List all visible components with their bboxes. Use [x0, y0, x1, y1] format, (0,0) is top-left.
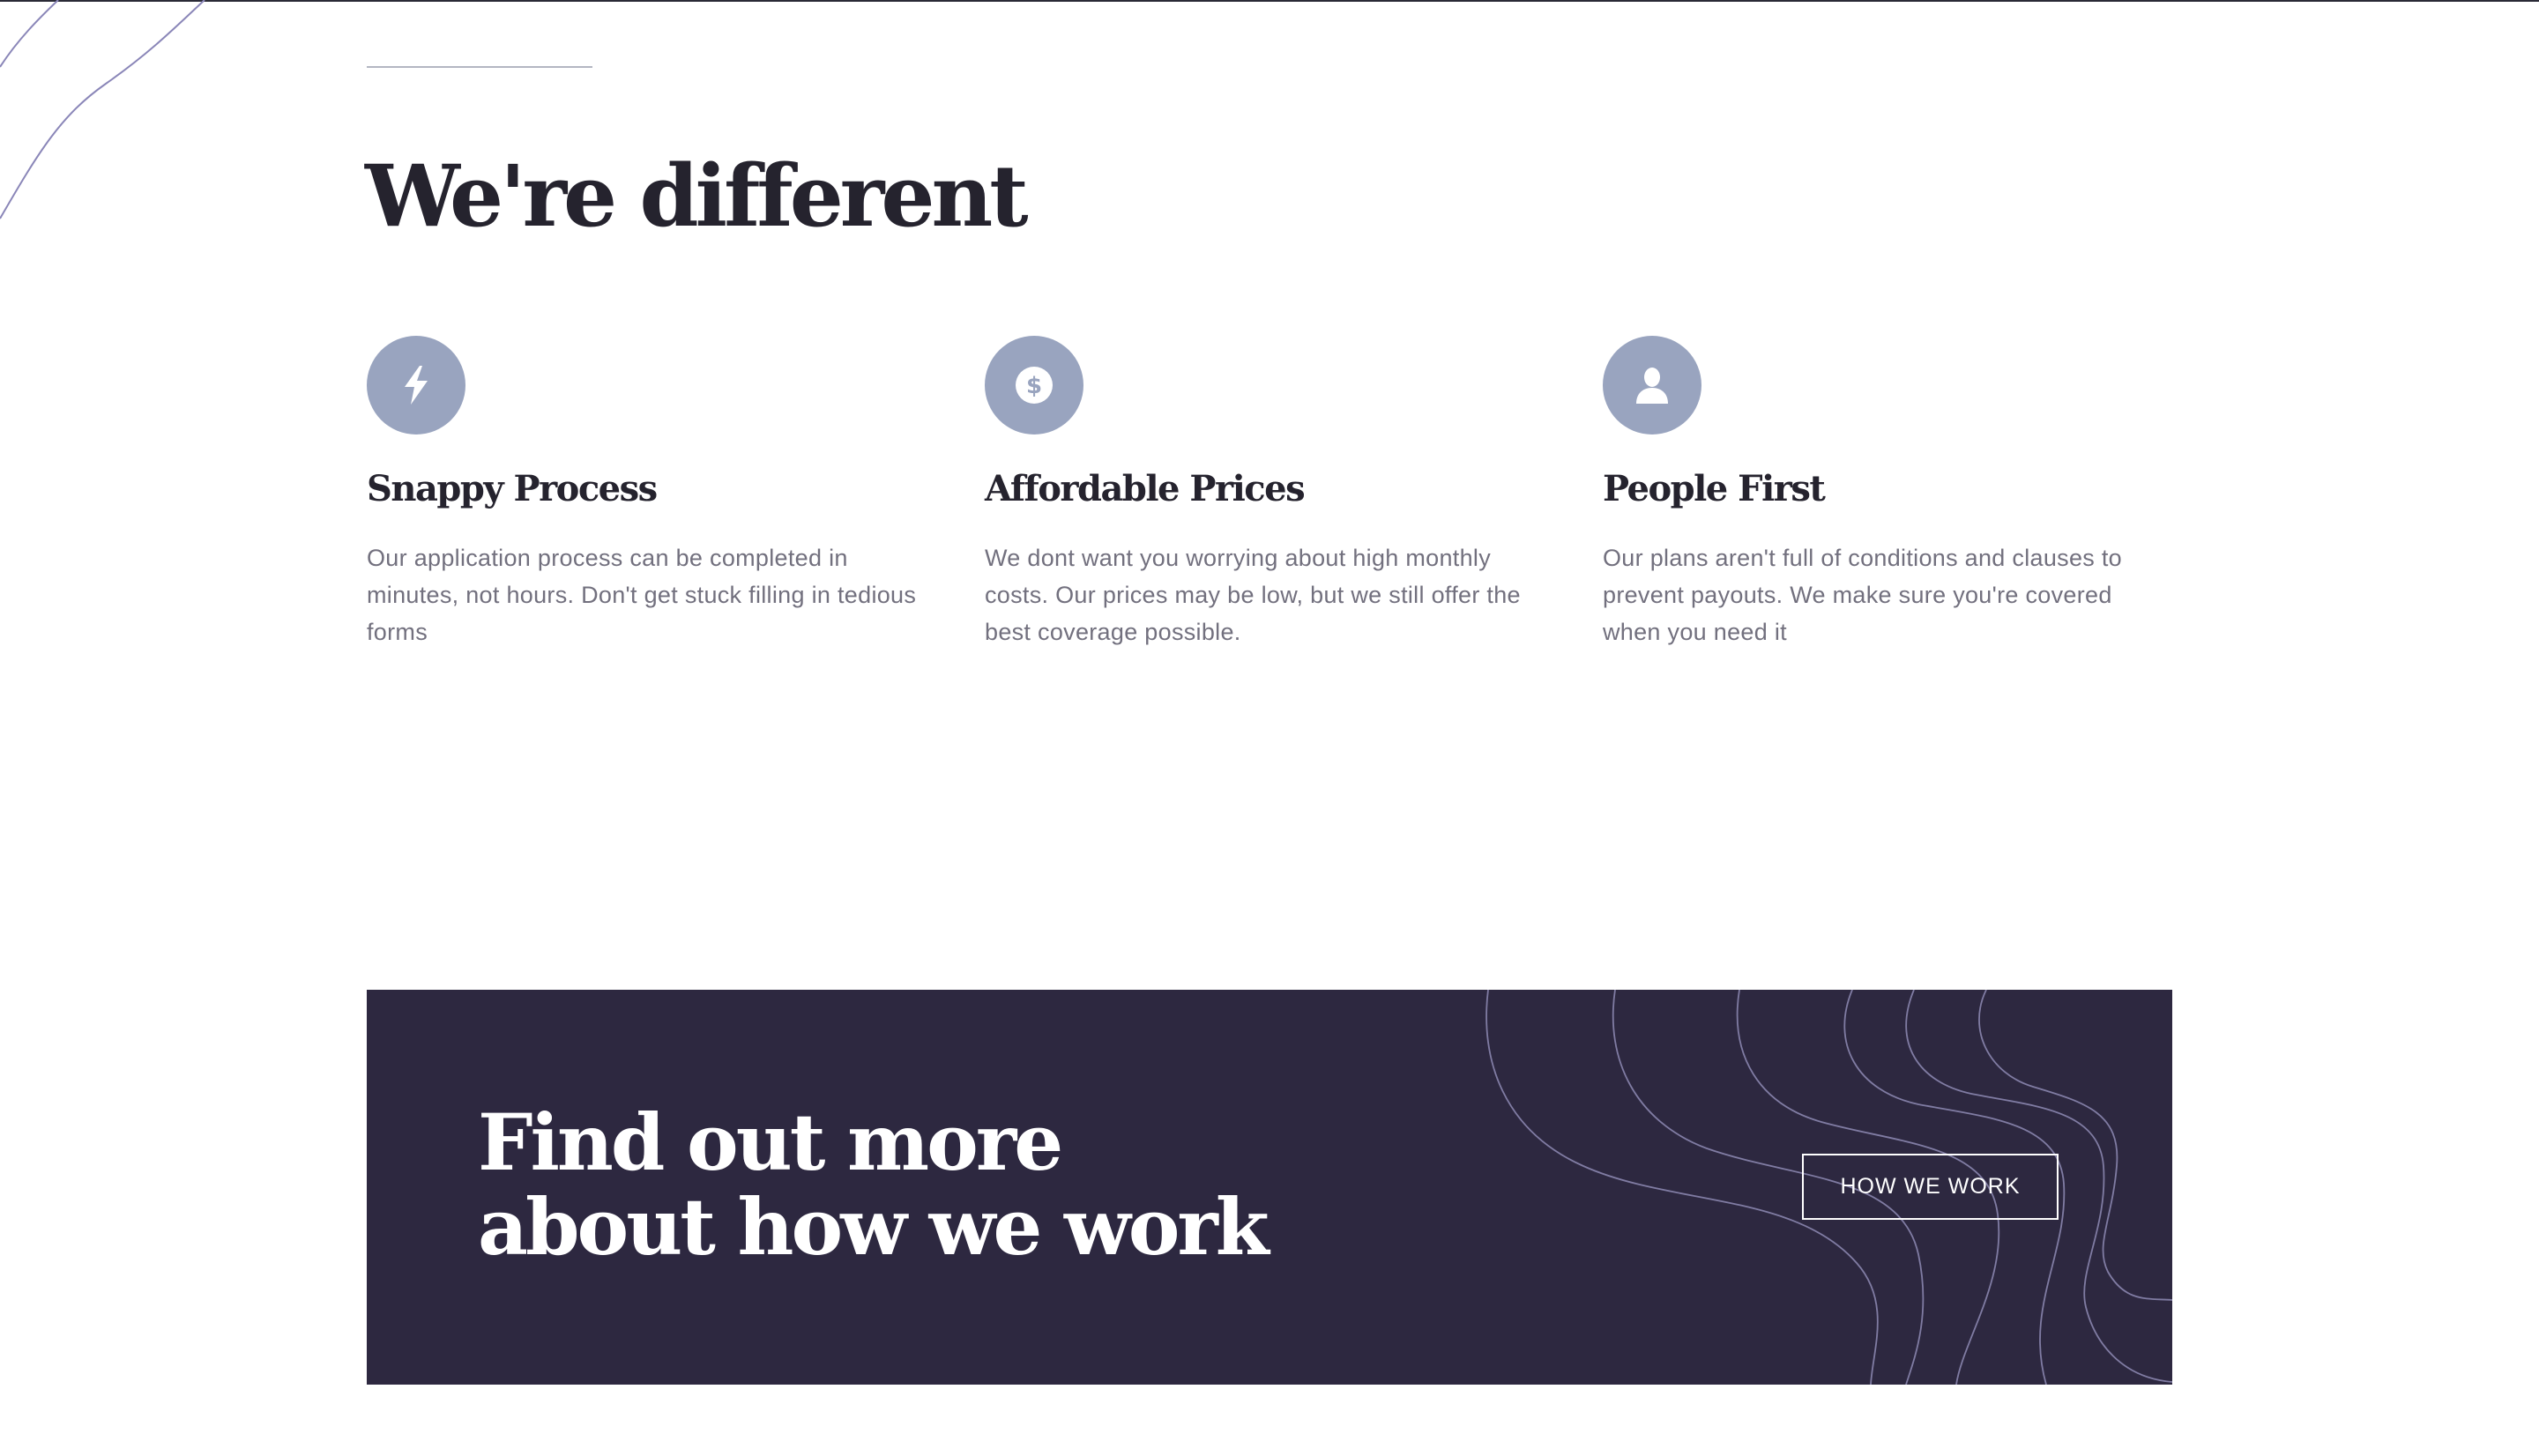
lightning-icon: [405, 366, 428, 405]
feature-people-first: People First Our plans aren't full of co…: [1603, 336, 2185, 645]
svg-text:$: $: [1026, 373, 1042, 399]
feature-title: Affordable Prices: [985, 468, 1306, 509]
feature-affordable-prices: $ Affordable Prices We dont want you wor…: [985, 336, 1567, 645]
person-icon: [1636, 368, 1668, 404]
section-divider: [367, 66, 592, 68]
feature-description: Our application process can be completed…: [367, 545, 917, 645]
feature-icon-circle: [367, 336, 465, 435]
cta-title: Find out more about how we work: [478, 1096, 1270, 1273]
section-title: We're different: [365, 146, 1029, 246]
feature-description: Our plans aren't full of conditions and …: [1603, 545, 2122, 645]
feature-title: People First: [1603, 468, 1826, 509]
decorative-curves: [0, 0, 205, 219]
how-we-work-button[interactable]: HOW WE WORK: [1802, 1154, 2059, 1220]
feature-description: We dont want you worrying about high mon…: [985, 545, 1521, 645]
cta-banner: Find out more about how we work HOW WE W…: [367, 990, 2172, 1385]
feature-snappy-process: Snappy Process Our application process c…: [367, 336, 949, 645]
feature-icon-circle: [1603, 336, 1701, 435]
feature-icon-circle: $: [985, 336, 1083, 435]
dollar-coin-icon: $: [1016, 367, 1053, 404]
cta-title-line-2: about how we work: [478, 1181, 1270, 1273]
cta-title-line-1: Find out more: [478, 1096, 1063, 1188]
top-border: [0, 0, 2539, 2]
feature-title: Snappy Process: [367, 468, 658, 509]
